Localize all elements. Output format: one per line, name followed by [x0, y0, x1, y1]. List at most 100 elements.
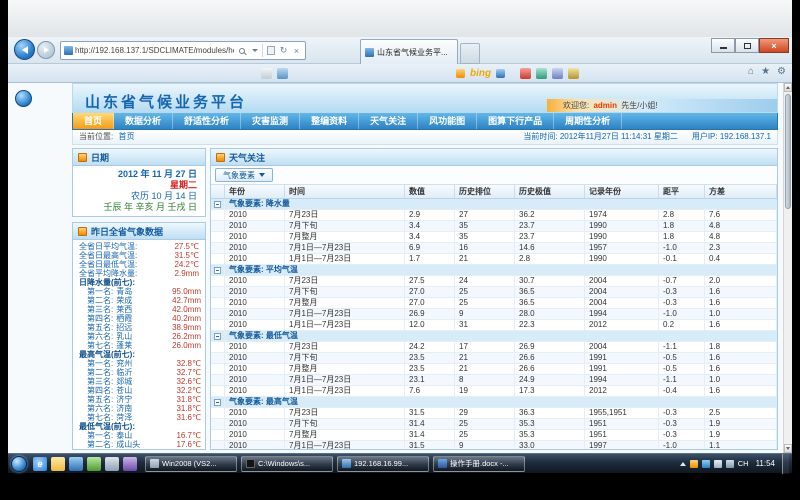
- menu-item-9[interactable]: 周期性分析: [554, 113, 622, 129]
- table-row[interactable]: 20107月23日2.92736.219742.87.6: [211, 210, 777, 221]
- table-row[interactable]: 20107月1日—7月23日31.5933.01997-1.01.1: [211, 441, 777, 449]
- taskbar-button-3[interactable]: 192.168.16.99...: [337, 456, 429, 472]
- table-row[interactable]: 20107月整月3.43523.719901.84.8: [211, 232, 777, 243]
- menu-item-3[interactable]: 舒适性分析: [173, 113, 241, 129]
- table-row[interactable]: 20107月23日27.52430.72004-0.72.0: [211, 276, 777, 287]
- menu-item-1[interactable]: 首页: [73, 113, 114, 129]
- browser-forward-button[interactable]: [37, 41, 55, 59]
- menu-item-7[interactable]: 风功能图: [418, 113, 477, 129]
- column-header-8[interactable]: 方差: [705, 185, 777, 198]
- show-hidden-icons-button[interactable]: [680, 462, 686, 466]
- close-button[interactable]: ×: [759, 38, 789, 53]
- tray-app-icon[interactable]: [690, 460, 698, 468]
- station-name: 兖州: [116, 359, 173, 368]
- favorite-icon-red[interactable]: [520, 68, 531, 79]
- network-icon[interactable]: [714, 460, 722, 468]
- table-row[interactable]: 20107月1日—7月23日23.1824.91994-1.11.0: [211, 375, 777, 386]
- table-group-row[interactable]: 气象要素: 最高气温: [211, 397, 777, 408]
- column-header-5[interactable]: 历史极值: [515, 185, 585, 198]
- table-row[interactable]: 20107月1日—7月23日6.91614.61957-1.02.3: [211, 243, 777, 254]
- taskbar-media-player-icon[interactable]: [69, 457, 83, 471]
- table-row[interactable]: 20107月下旬3.43523.719901.84.8: [211, 221, 777, 232]
- taskbar-app-icon-3[interactable]: [123, 457, 137, 471]
- stop-icon[interactable]: ×: [291, 43, 302, 58]
- minimize-button[interactable]: [711, 38, 735, 53]
- table-cell: 2.9: [405, 210, 455, 220]
- page-float-badge-icon[interactable]: [15, 90, 32, 107]
- breadcrumb-current[interactable]: 首页: [118, 132, 134, 141]
- taskbar-button-2[interactable]: C:\Windows\s...: [241, 456, 333, 472]
- collapse-icon[interactable]: [214, 201, 221, 208]
- address-url[interactable]: http://192.168.137.1/SDCLIMATE/modules/h…: [75, 46, 234, 55]
- start-button[interactable]: [11, 456, 27, 472]
- column-header-3[interactable]: 数值: [405, 185, 455, 198]
- taskbar-button-4[interactable]: 操作手册.docx -...: [433, 456, 525, 472]
- table-cell: 1.1: [705, 441, 777, 449]
- mail-icon[interactable]: [261, 68, 272, 79]
- menu-item-5[interactable]: 整编资料: [300, 113, 359, 129]
- page-scrollbar[interactable]: [783, 83, 792, 453]
- table-row[interactable]: 20107月1日—7月23日26.9928.01994-1.01.0: [211, 309, 777, 320]
- table-row[interactable]: 20107月整月23.52126.61991-0.51.6: [211, 364, 777, 375]
- scroll-down-button[interactable]: [784, 444, 792, 453]
- browser-tab[interactable]: 山东省气候业务平...: [360, 39, 458, 64]
- table-row[interactable]: 20107月整月31.42535.31951-0.31.9: [211, 430, 777, 441]
- table-group-row[interactable]: 气象要素: 降水量: [211, 199, 777, 210]
- column-header-6[interactable]: 记录年份: [585, 185, 659, 198]
- column-header-2[interactable]: 时间: [285, 185, 405, 198]
- menu-item-4[interactable]: 灾害监测: [241, 113, 300, 129]
- table-row[interactable]: 20107月下旬23.52126.61991-0.51.6: [211, 353, 777, 364]
- taskbar-explorer-icon[interactable]: [51, 457, 65, 471]
- compatibility-view-icon[interactable]: [265, 43, 276, 58]
- taskbar-app-icon-1[interactable]: [87, 457, 101, 471]
- scrollbar-thumb[interactable]: [785, 94, 791, 209]
- taskbar-app-icon-2[interactable]: [105, 457, 119, 471]
- table-cell: 7月1日—7月23日: [285, 375, 405, 385]
- refresh-icon[interactable]: ↻: [278, 43, 289, 58]
- maximize-button[interactable]: [735, 38, 759, 53]
- address-dropdown-icon[interactable]: [249, 43, 260, 58]
- collapse-icon[interactable]: [214, 333, 221, 340]
- taskbar-ie-icon[interactable]: e: [33, 457, 47, 471]
- table-group-row[interactable]: 气象要素: 平均气温: [211, 265, 777, 276]
- favorite-icon-teal[interactable]: [536, 68, 547, 79]
- favorites-star-icon[interactable]: ★: [761, 66, 770, 77]
- collapse-icon[interactable]: [214, 399, 221, 406]
- column-header-4[interactable]: 历史排位: [455, 185, 515, 198]
- tools-gear-icon[interactable]: ⚙: [777, 66, 786, 77]
- language-indicator[interactable]: CH: [738, 459, 749, 468]
- table-row[interactable]: 20107月下旬27.02536.52004-0.31.6: [211, 287, 777, 298]
- element-filter-button[interactable]: 气象要素: [215, 168, 273, 182]
- collapse-icon[interactable]: [214, 267, 221, 274]
- table-cell: 2004: [585, 276, 659, 286]
- table-row[interactable]: 20107月下旬31.42535.31951-0.31.9: [211, 419, 777, 430]
- volume-icon[interactable]: [726, 460, 734, 468]
- table-group-row[interactable]: 气象要素: 最低气温: [211, 331, 777, 342]
- table-row[interactable]: 20107月23日31.52936.31955,1951-0.32.5: [211, 408, 777, 419]
- scroll-up-button[interactable]: [784, 83, 792, 92]
- favorite-icon-blue[interactable]: [552, 68, 563, 79]
- taskbar-clock[interactable]: 11:54: [753, 459, 778, 468]
- table-row[interactable]: 20107月23日24.21726.92004-1.11.8: [211, 342, 777, 353]
- search-icon[interactable]: [236, 43, 247, 58]
- address-bar[interactable]: http://192.168.137.1/SDCLIMATE/modules/h…: [60, 41, 306, 60]
- menu-item-2[interactable]: 数据分析: [114, 113, 173, 129]
- column-header-1[interactable]: 年份: [225, 185, 285, 198]
- show-desktop-button[interactable]: [782, 454, 789, 474]
- weather-focus-icon: [216, 153, 225, 162]
- action-center-icon[interactable]: [702, 460, 710, 468]
- new-tab-button[interactable]: [460, 43, 480, 64]
- column-header-7[interactable]: 距平: [659, 185, 705, 198]
- favorite-page-icon[interactable]: [277, 68, 288, 79]
- table-row[interactable]: 20107月整月27.02536.52004-0.31.6: [211, 298, 777, 309]
- menu-item-6[interactable]: 天气关注: [359, 113, 418, 129]
- table-row[interactable]: 20101月1日—7月23日7.61917.32012-0.41.6: [211, 386, 777, 397]
- taskbar-button-1[interactable]: Win2008 (VS2...: [145, 456, 237, 472]
- favorite-icon-gold[interactable]: [568, 68, 579, 79]
- menu-item-8[interactable]: 图算下行产品: [477, 113, 554, 129]
- table-row[interactable]: 20101月1日—7月23日12.03122.320120.21.6: [211, 320, 777, 331]
- browser-back-button[interactable]: [14, 39, 35, 60]
- table-row[interactable]: 20101月1日—7月23日1.7212.81990-0.10.4: [211, 254, 777, 265]
- bing-logo[interactable]: bing: [456, 68, 505, 79]
- home-icon[interactable]: ⌂: [748, 66, 754, 77]
